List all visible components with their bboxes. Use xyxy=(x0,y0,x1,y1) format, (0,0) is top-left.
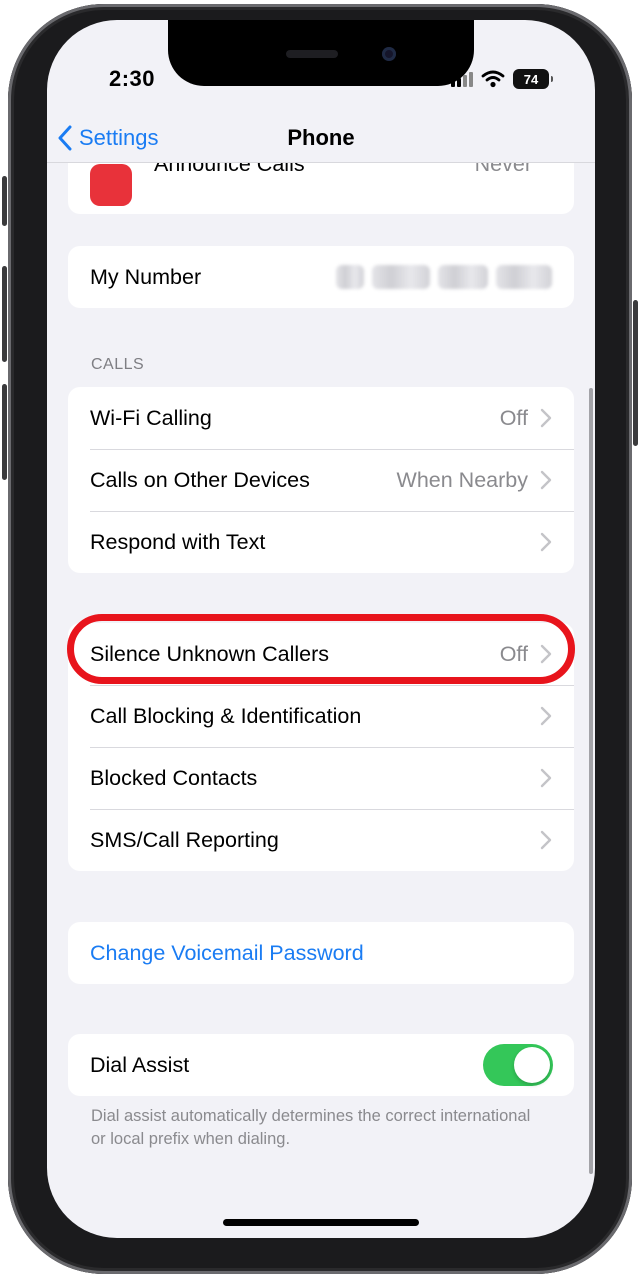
blocked-contacts-label: Blocked Contacts xyxy=(90,765,258,790)
blocking-group: Silence Unknown Callers Off Call Blockin… xyxy=(68,623,574,871)
dial-assist-footnote: Dial assist automatically determines the… xyxy=(91,1107,531,1148)
dial-assist-toggle[interactable] xyxy=(483,1044,553,1086)
chevron-right-icon xyxy=(540,644,552,664)
status-time: 2:30 xyxy=(109,66,156,91)
sms-call-reporting-label: SMS/Call Reporting xyxy=(90,827,279,852)
blocked-contacts-row[interactable]: Blocked Contacts xyxy=(68,747,574,809)
call-blocking-identification-label: Call Blocking & Identification xyxy=(90,703,362,728)
my-number-row[interactable]: My Number xyxy=(68,246,574,308)
calls-on-other-devices-row[interactable]: Calls on Other Devices When Nearby xyxy=(68,449,574,511)
notch xyxy=(168,20,474,86)
dial-assist-row: Dial Assist xyxy=(68,1034,574,1096)
scroll-indicator xyxy=(589,388,593,1174)
status-icons: 74 xyxy=(451,68,553,90)
announce-calls-icon xyxy=(90,164,132,206)
home-indicator[interactable] xyxy=(223,1219,419,1226)
volume-up-button xyxy=(2,266,7,362)
calls-on-other-devices-label: Calls on Other Devices xyxy=(90,467,310,492)
dial-assist-group: Dial Assist xyxy=(68,1034,574,1096)
toggle-knob xyxy=(514,1047,550,1083)
chevron-right-icon xyxy=(540,408,552,428)
chevron-right-icon xyxy=(540,830,552,850)
call-blocking-identification-row[interactable]: Call Blocking & Identification xyxy=(68,685,574,747)
cellular-signal-icon xyxy=(451,71,473,87)
chevron-right-icon xyxy=(540,768,552,788)
silence-unknown-callers-value: Off xyxy=(499,641,528,666)
wifi-calling-value: Off xyxy=(499,405,528,430)
calls-group: Wi-Fi Calling Off Calls on Other Devices… xyxy=(68,387,574,573)
wifi-calling-row[interactable]: Wi-Fi Calling Off xyxy=(68,387,574,449)
silence-unknown-callers-row[interactable]: Silence Unknown Callers Off xyxy=(68,623,574,685)
chevron-right-icon xyxy=(540,706,552,726)
chevron-right-icon xyxy=(540,470,552,490)
my-number-group: My Number xyxy=(68,246,574,308)
respond-with-text-row[interactable]: Respond with Text xyxy=(68,511,574,573)
my-number-value-redacted xyxy=(336,265,552,289)
speaker-grille xyxy=(286,50,338,58)
wifi-calling-label: Wi-Fi Calling xyxy=(90,405,212,430)
action-button xyxy=(2,176,7,226)
sms-call-reporting-row[interactable]: SMS/Call Reporting xyxy=(68,809,574,871)
silence-unknown-callers-label: Silence Unknown Callers xyxy=(90,641,329,666)
chevron-right-icon xyxy=(540,532,552,552)
navigation-bar: Settings Phone xyxy=(47,118,595,163)
volume-down-button xyxy=(2,384,7,480)
battery-icon: 74 xyxy=(513,69,553,89)
front-camera xyxy=(382,47,396,61)
change-voicemail-password-link[interactable]: Change Voicemail Password xyxy=(90,941,364,966)
settings-content[interactable]: Announce Calls Never My Number CALLS Wi-… xyxy=(47,20,595,1238)
change-voicemail-password-row[interactable]: Change Voicemail Password xyxy=(68,922,574,984)
my-number-label: My Number xyxy=(90,264,202,289)
phone-screen: Announce Calls Never My Number CALLS Wi-… xyxy=(47,20,595,1238)
dial-assist-label: Dial Assist xyxy=(90,1052,190,1077)
calls-on-other-devices-value: When Nearby xyxy=(396,467,528,492)
calls-section-header: CALLS xyxy=(91,356,145,373)
wifi-icon xyxy=(481,70,505,88)
voicemail-group: Change Voicemail Password xyxy=(68,922,574,984)
power-button xyxy=(633,300,638,446)
page-title: Phone xyxy=(287,125,355,150)
respond-with-text-label: Respond with Text xyxy=(90,529,266,554)
